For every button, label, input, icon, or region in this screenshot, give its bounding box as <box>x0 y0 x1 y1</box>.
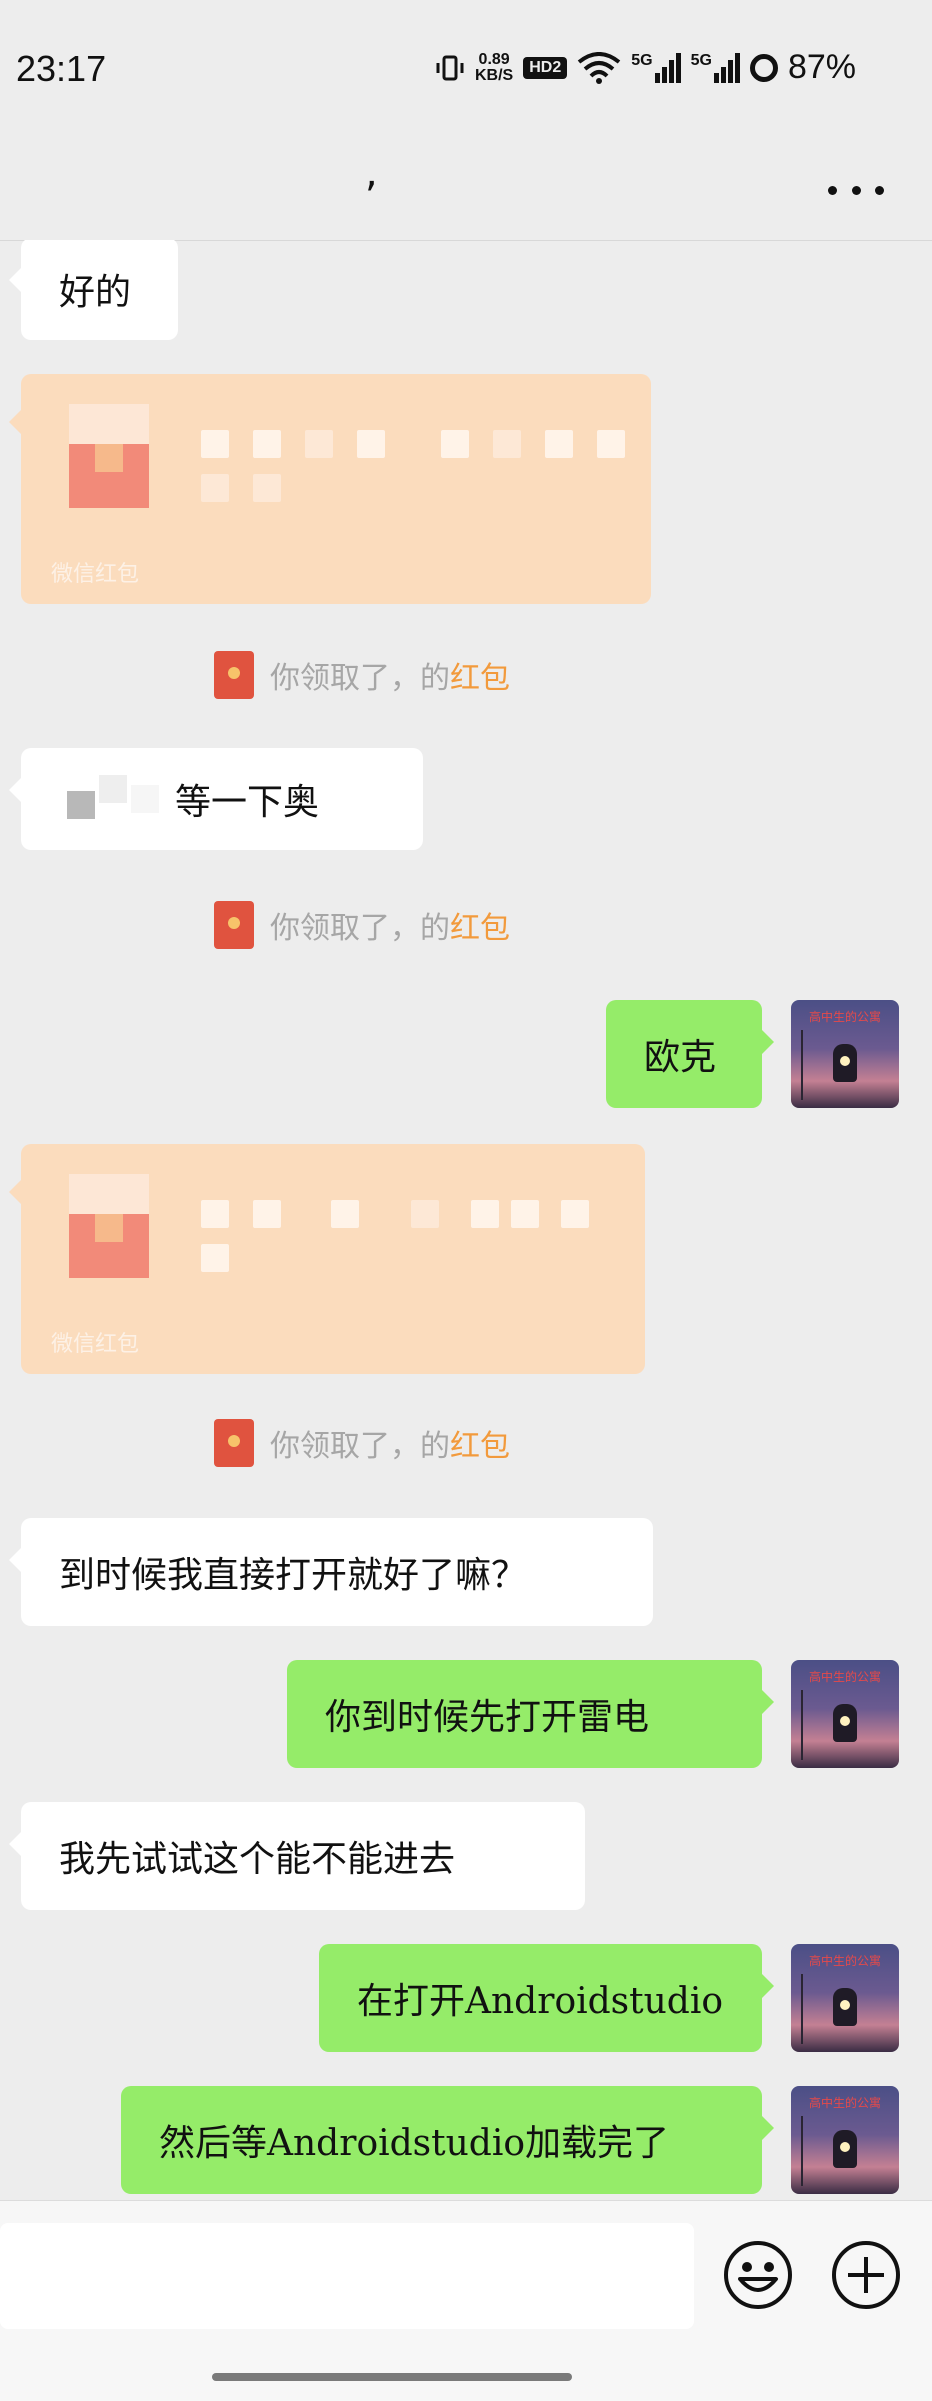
notice-text: 你领取了，的 <box>270 661 450 696</box>
vibrate-icon <box>436 55 464 80</box>
status-indicators: 0.89 KB/S HD2 5G 5G 87% <box>435 48 856 87</box>
user-avatar[interactable]: 高中生的公寓 <box>791 1660 899 1768</box>
input-bar <box>0 2200 932 2401</box>
hd-badge: HD2 <box>523 56 568 79</box>
blurred-name <box>99 775 127 803</box>
signal-1-label: 5G <box>631 51 653 69</box>
avatar-caption: 高中生的公寓 <box>808 2096 881 2110</box>
more-dots-icon[interactable] <box>828 170 884 210</box>
red-packet-link[interactable]: 红包 <box>450 653 510 697</box>
signal-bars-icon <box>713 52 740 83</box>
red-packet-icon <box>69 404 149 508</box>
blurred-text <box>441 430 469 458</box>
message-text: 等一下奥 <box>175 782 320 823</box>
blurred-text <box>201 1244 229 1272</box>
red-packet-small-icon <box>214 1419 254 1467</box>
blurred-text <box>411 1200 439 1228</box>
chat-title: , <box>365 150 378 196</box>
net-speed-value: 0.89 <box>478 50 510 68</box>
home-indicator[interactable] <box>212 2373 572 2381</box>
signal-bars-icon <box>654 52 681 83</box>
status-time: 23:17 <box>16 48 107 89</box>
system-notice: 你领取了，的 红包 <box>214 1418 510 1468</box>
blurred-text <box>253 430 281 458</box>
emoji-smile-icon[interactable] <box>722 2239 794 2311</box>
blurred-text <box>201 1200 229 1228</box>
system-notice: 你领取了，的 红包 <box>214 900 510 950</box>
net-speed: 0.89 KB/S <box>475 50 514 84</box>
message-bubble-sent[interactable]: 欧克 <box>606 1000 774 1108</box>
blurred-text <box>201 430 229 458</box>
wifi-icon <box>578 51 621 84</box>
net-speed-unit: KB/S <box>475 66 514 84</box>
blurred-text <box>597 430 625 458</box>
signal-1: 5G <box>631 51 681 83</box>
signal-2-label: 5G <box>690 51 712 69</box>
red-packet-small-icon <box>214 901 254 949</box>
message-text: 你到时候先打开雷电 <box>325 1697 650 1738</box>
chat-messages[interactable]: 好的 微信红包 你领取了，的 红包 等一下奥 你领取了，的 红包 欧克 高中生的公寓 <box>0 240 932 2200</box>
message-bubble-received[interactable]: 等一下奥 <box>9 748 423 850</box>
blurred-name <box>67 791 95 819</box>
red-packet-link[interactable]: 红包 <box>450 1421 510 1465</box>
blurred-text <box>561 1200 589 1228</box>
blurred-name <box>131 785 159 813</box>
red-packet-label: 微信红包 <box>51 1332 140 1357</box>
plus-circle-icon[interactable] <box>830 2239 902 2311</box>
red-packet-card[interactable]: 微信红包 <box>9 1144 645 1374</box>
system-notice: 你领取了，的 红包 <box>214 650 510 700</box>
blurred-text <box>471 1200 499 1228</box>
red-packet-small-icon <box>214 651 254 699</box>
red-packet-icon <box>69 1174 149 1278</box>
message-bubble-received[interactable]: 到时候我直接打开就好了嘛？ <box>9 1518 653 1626</box>
blurred-text <box>511 1200 539 1228</box>
blurred-text <box>357 430 385 458</box>
blurred-text <box>253 474 281 502</box>
user-avatar[interactable]: 高中生的公寓 <box>791 2086 899 2194</box>
message-text: 我先试试这个能不能进去 <box>59 1839 456 1880</box>
message-bubble-sent[interactable]: 你到时候先打开雷电 <box>287 1660 774 1768</box>
chat-header: , <box>0 140 932 241</box>
message-bubble-sent[interactable]: 在打开Androidstudio <box>319 1944 774 2052</box>
message-text: 在打开Androidstudio <box>357 1981 724 2022</box>
blurred-text <box>331 1200 359 1228</box>
message-text: 然后等Androidstudio加载完了 <box>159 2123 670 2164</box>
message-bubble-sent[interactable]: 然后等Androidstudio加载完了 <box>121 2086 774 2194</box>
notice-text: 你领取了，的 <box>270 1429 450 1464</box>
blurred-text <box>253 1200 281 1228</box>
red-packet-link[interactable]: 红包 <box>450 903 510 947</box>
blurred-text <box>493 430 521 458</box>
blurred-text <box>201 474 229 502</box>
avatar-caption: 高中生的公寓 <box>808 1954 881 1968</box>
red-packet-card[interactable]: 微信红包 <box>9 374 651 604</box>
message-bubble-received[interactable]: 好的 <box>9 240 178 340</box>
message-text: 好的 <box>59 272 132 313</box>
blurred-text <box>545 430 573 458</box>
message-text: 到时候我直接打开就好了嘛？ <box>59 1555 528 1596</box>
user-avatar[interactable]: 高中生的公寓 <box>791 1000 899 1108</box>
status-bar: 23:17 0.89 KB/S HD2 5G 5G 87% <box>0 0 932 140</box>
avatar-caption: 高中生的公寓 <box>808 1010 881 1024</box>
message-text: 欧克 <box>644 1037 717 1078</box>
avatar-caption: 高中生的公寓 <box>808 1670 881 1684</box>
message-bubble-received[interactable]: 我先试试这个能不能进去 <box>9 1802 585 1910</box>
blurred-text <box>305 430 333 458</box>
signal-2: 5G <box>690 51 740 83</box>
battery-level: 87% <box>787 48 856 86</box>
battery-icon <box>749 53 778 82</box>
red-packet-label: 微信红包 <box>51 562 140 587</box>
message-input[interactable] <box>0 2223 694 2329</box>
user-avatar[interactable]: 高中生的公寓 <box>791 1944 899 2052</box>
notice-text: 你领取了，的 <box>270 911 450 946</box>
